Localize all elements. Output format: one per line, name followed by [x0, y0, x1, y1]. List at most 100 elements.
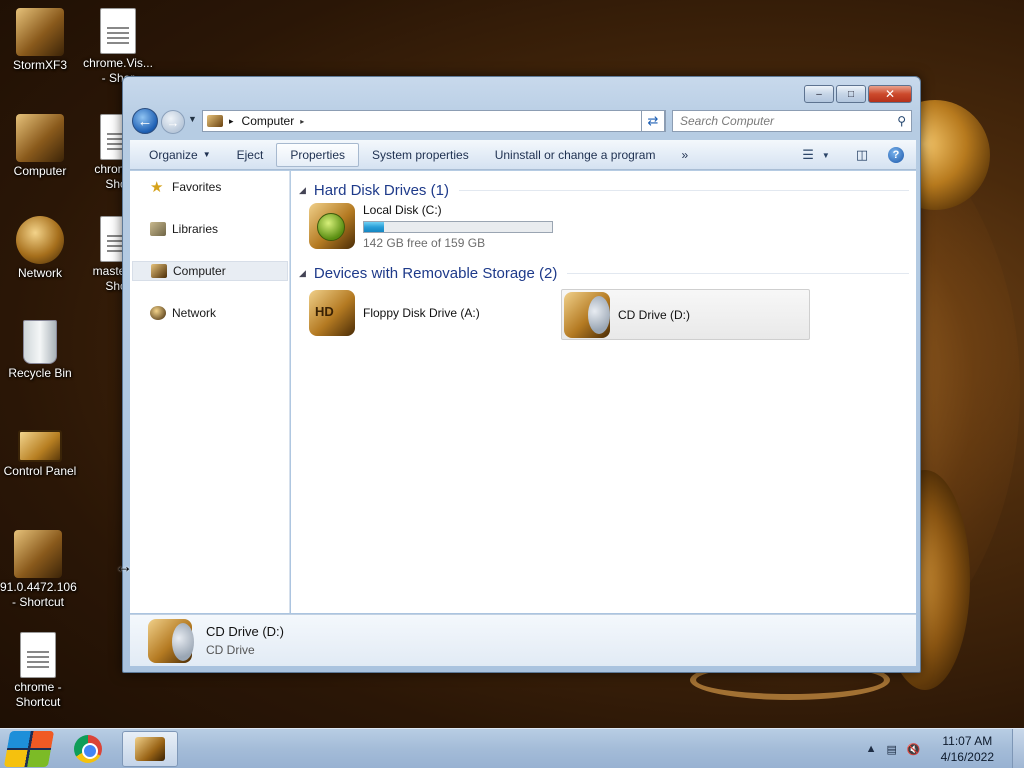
organize-button[interactable]: Organize ▼	[136, 143, 224, 167]
desktop-icon-chrome-shortcut[interactable]: chrome - Shortcut	[0, 632, 76, 710]
computer-icon	[16, 114, 64, 162]
network-status-icon[interactable]: ▤	[887, 743, 897, 756]
volume-muted-icon[interactable]: 🔇	[907, 743, 921, 756]
search-box[interactable]: ⚲	[672, 110, 912, 132]
desktop-icon-label: 91.0.4472.106 - Shortcut	[0, 580, 77, 609]
preview-pane-button[interactable]: ◫	[850, 143, 874, 167]
nav-item-libraries[interactable]: Libraries	[132, 219, 288, 239]
address-bar[interactable]: ▸ Computer ▸ ▼	[202, 110, 666, 132]
details-title: CD Drive (D:)	[206, 624, 284, 639]
desktop-icon-chrome-vis[interactable]: chrome.Vis... - Shor	[80, 8, 156, 86]
forward-button[interactable]: →	[161, 110, 185, 134]
resize-cursor-icon: ↔	[115, 556, 133, 576]
desktop-icon-control-panel[interactable]: Control Panel	[2, 422, 78, 479]
nav-item-computer[interactable]: Computer	[132, 261, 288, 281]
explorer-window[interactable]: – □ ✕ ← → ▼ ▸ Computer ▸ ▼ ⇄ ⚲ Organize …	[122, 76, 921, 673]
drive-local-disk-c[interactable]: Local Disk (C:) 142 GB free of 159 GB	[309, 201, 579, 251]
search-input[interactable]	[680, 114, 885, 128]
drive-cd-d[interactable]: CD Drive (D:)	[561, 289, 810, 340]
navigation-bar: ← → ▼ ▸ Computer ▸ ▼ ⇄ ⚲	[131, 108, 913, 134]
hard-disk-icon	[309, 203, 355, 249]
properties-button[interactable]: Properties	[276, 142, 360, 167]
desktop-icon-stormxf3[interactable]: StormXF3	[2, 8, 78, 73]
details-pane: CD Drive (D:) CD Drive	[130, 614, 916, 666]
group-divider	[567, 272, 909, 274]
help-button[interactable]: ?	[884, 143, 908, 167]
nav-item-network[interactable]: Network	[132, 303, 288, 323]
change-view-button[interactable]: ☰ ▼	[802, 143, 830, 167]
organize-label: Organize	[149, 147, 198, 162]
computer-icon	[151, 264, 167, 278]
group-header-removable-storage[interactable]: ◢ Devices with Removable Storage (2)	[299, 263, 909, 283]
desktop-icon-label: chrome - Shortcut	[14, 680, 62, 709]
start-button[interactable]	[3, 729, 55, 768]
clock[interactable]: 11:07 AM 4/16/2022	[941, 733, 994, 765]
show-desktop-button[interactable]	[1012, 729, 1024, 768]
desktop-icon-computer[interactable]: Computer	[2, 114, 78, 179]
nav-item-favorites[interactable]: ★ Favorites	[132, 177, 288, 197]
cd-drive-icon	[148, 618, 194, 663]
chrome-shortcut-icon	[20, 632, 56, 678]
control-panel-icon	[18, 430, 62, 462]
view-list-icon: ☰	[802, 147, 814, 162]
system-properties-button[interactable]: System properties	[359, 143, 482, 167]
uninstall-program-button[interactable]: Uninstall or change a program	[482, 143, 669, 167]
content-pane: ◢ Hard Disk Drives (1) Local Disk (C:) 1…	[291, 171, 916, 613]
network-icon	[16, 216, 64, 264]
refresh-button[interactable]: ⇄	[641, 110, 665, 132]
recent-pages-button[interactable]: ▼	[188, 114, 197, 124]
preview-pane-icon: ◫	[855, 147, 869, 162]
window-controls: – □ ✕	[804, 85, 912, 103]
desktop-icon-label: StormXF3	[12, 58, 67, 72]
nav-item-label: Libraries	[172, 222, 219, 236]
desktop-icon-label: Control Panel	[3, 464, 77, 478]
drive-name: CD Drive (D:)	[618, 307, 690, 322]
clock-time: 11:07 AM	[942, 734, 993, 748]
desktop-icon-label: Computer	[13, 164, 67, 178]
drive-name: Local Disk (C:)	[363, 202, 442, 217]
windows-logo-icon	[3, 731, 55, 767]
desktop-icon-network[interactable]: Network	[2, 216, 78, 281]
nav-item-label: Favorites	[172, 180, 222, 194]
drive-free-space: 142 GB free of 159 GB	[363, 235, 486, 250]
collapse-triangle-icon: ◢	[299, 267, 306, 278]
taskbar-chrome-button[interactable]	[60, 731, 116, 767]
command-bar: Organize ▼ Eject Properties System prope…	[130, 140, 916, 170]
collapse-triangle-icon: ◢	[299, 184, 306, 195]
back-button[interactable]: ←	[132, 108, 158, 134]
nav-item-label: Computer	[173, 264, 226, 278]
chevron-down-icon: ▼	[821, 150, 830, 160]
group-title: Hard Disk Drives (1)	[313, 181, 449, 199]
desktop-icon-label: Network	[17, 266, 62, 280]
nav-item-label: Network	[172, 306, 217, 320]
breadcrumb-computer[interactable]: Computer	[242, 114, 295, 128]
address-separator-icon: ▸	[229, 115, 234, 126]
clock-date: 4/16/2022	[940, 750, 994, 764]
show-hidden-icons-button[interactable]: ▲	[866, 743, 877, 755]
drive-floppy-a[interactable]: HD Floppy Disk Drive (A:)	[309, 288, 559, 338]
search-icon[interactable]: ⚲	[897, 114, 906, 128]
group-divider	[458, 189, 909, 191]
desktop-icon-label: Recycle Bin	[8, 366, 72, 380]
breadcrumb-chevron-icon[interactable]: ▸	[300, 117, 304, 126]
disk-usage-fill	[364, 221, 385, 232]
close-button[interactable]: ✕	[868, 85, 912, 103]
maximize-button[interactable]: □	[836, 85, 866, 103]
group-header-hard-disk-drives[interactable]: ◢ Hard Disk Drives (1)	[299, 180, 909, 200]
desktop-icon-91-shortcut[interactable]: 91.0.4472.106 - Shortcut	[0, 530, 77, 610]
minimize-button[interactable]: –	[804, 85, 834, 103]
network-icon	[150, 306, 166, 320]
chevron-down-icon: ▼	[202, 150, 211, 159]
web-document-icon	[100, 8, 136, 54]
desktop-icon-recycle-bin[interactable]: Recycle Bin	[2, 320, 78, 381]
winrar-archive-icon	[16, 8, 64, 56]
star-icon: ★	[150, 179, 164, 196]
libraries-icon	[150, 222, 166, 236]
taskbar-explorer-button[interactable]	[122, 731, 178, 767]
eject-button[interactable]: Eject	[224, 143, 277, 167]
floppy-drive-icon: HD	[309, 290, 355, 336]
drive-name: Floppy Disk Drive (A:)	[363, 306, 480, 320]
more-commands-button[interactable]: »	[668, 143, 701, 167]
cd-drive-icon	[564, 291, 610, 338]
arrow-left-icon: ←	[137, 112, 153, 130]
